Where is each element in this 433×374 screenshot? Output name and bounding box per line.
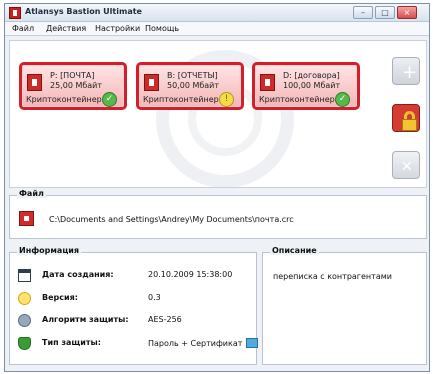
created-value: 20.10.2009 15:38:00 — [148, 270, 233, 279]
info-row-algorithm: Алгоритм защиты: AES-256 — [18, 314, 248, 328]
container-card[interactable]: P: [ПОЧТА] 25,00 Мбайт Криптоконтейнер ✓ — [19, 62, 127, 110]
maximize-button[interactable]: □ — [375, 6, 395, 19]
menu-file[interactable]: Файл — [12, 24, 34, 33]
container-type: Криптоконтейнер — [259, 95, 335, 104]
description-label: Описание — [270, 246, 319, 255]
container-card[interactable]: B: [ОТЧЕТЫ] 50,00 Мбайт Криптоконтейнер … — [136, 62, 244, 110]
status-ok-icon: ✓ — [335, 92, 350, 107]
gears-icon — [18, 314, 31, 327]
container-name: P: [ПОЧТА] — [50, 71, 95, 80]
app-window: Atlansys Bastion Ultimate – □ × Файл Дей… — [4, 3, 430, 372]
lock-container-button[interactable] — [392, 104, 422, 134]
minimize-button[interactable]: – — [353, 6, 373, 19]
calendar-icon — [18, 269, 31, 282]
container-type: Криптоконтейнер — [143, 95, 219, 104]
container-icon — [260, 74, 275, 91]
container-size: 25,00 Мбайт — [50, 81, 103, 90]
container-size: 50,00 Мбайт — [167, 81, 220, 90]
info-panel-label: Информация — [17, 246, 81, 255]
algorithm-value: AES-256 — [148, 315, 182, 324]
info-panel: Информация Дата создания: 20.10.2009 15:… — [9, 246, 259, 365]
file-icon — [19, 211, 34, 226]
container-list: P: [ПОЧТА] 25,00 Мбайт Криптоконтейнер ✓… — [9, 40, 427, 188]
add-container-button[interactable] — [392, 57, 422, 87]
description-text: переписка с контрагентами — [273, 272, 392, 281]
window-title: Atlansys Bastion Ultimate — [25, 7, 142, 16]
menu-actions[interactable]: Действия — [46, 24, 86, 33]
container-card[interactable]: D: [договора] 100,00 Мбайт Криптоконтейн… — [252, 62, 360, 110]
file-panel-label: Файл — [17, 189, 46, 198]
protection-value: Пароль + Сертификат — [148, 338, 259, 348]
container-icon — [144, 74, 159, 91]
file-path: C:\Documents and Settings\Andrey\My Docu… — [49, 215, 294, 224]
delete-container-button[interactable] — [392, 151, 422, 181]
created-label: Дата создания: — [42, 270, 114, 279]
status-warning-icon: ! — [219, 92, 234, 107]
add-icon — [392, 57, 420, 85]
menu-bar: Файл Действия Настройки Помощь — [5, 22, 429, 36]
title-bar[interactable]: Atlansys Bastion Ultimate – □ × — [5, 4, 429, 22]
description-panel: Описание переписка с контрагентами — [262, 246, 427, 365]
shield-icon — [18, 337, 31, 350]
info-row-protection: Тип защиты: Пароль + Сертификат — [18, 337, 259, 351]
close-button[interactable]: × — [397, 6, 417, 19]
protection-label: Тип защиты: — [42, 338, 101, 347]
app-icon — [9, 7, 21, 19]
lock-icon — [392, 104, 420, 132]
bulb-icon — [18, 292, 31, 305]
info-row-version: Версия: 0.3 — [18, 292, 248, 306]
menu-settings[interactable]: Настройки — [95, 24, 140, 33]
info-row-created: Дата создания: 20.10.2009 15:38:00 — [18, 269, 248, 283]
container-name: D: [договора] — [283, 71, 340, 80]
version-value: 0.3 — [148, 293, 161, 302]
menu-help[interactable]: Помощь — [145, 24, 179, 33]
container-type: Криптоконтейнер — [26, 95, 102, 104]
algorithm-label: Алгоритм защиты: — [42, 315, 129, 324]
container-name: B: [ОТЧЕТЫ] — [167, 71, 218, 80]
container-icon — [27, 74, 42, 91]
delete-icon — [392, 151, 420, 179]
protection-value-text: Пароль + Сертификат — [148, 339, 243, 348]
version-label: Версия: — [42, 293, 78, 302]
file-panel: Файл C:\Documents and Settings\Andrey\My… — [9, 189, 427, 239]
container-size: 100,00 Мбайт — [283, 81, 341, 90]
status-ok-icon: ✓ — [102, 92, 117, 107]
certificate-icon[interactable] — [246, 338, 259, 348]
